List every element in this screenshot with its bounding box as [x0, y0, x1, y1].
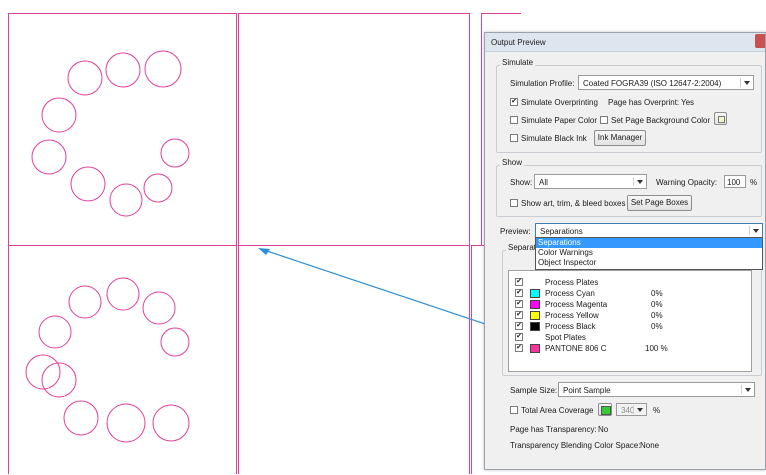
preview-label: Preview:: [500, 227, 531, 236]
simulate-paper-color-label: Simulate Paper Color: [521, 116, 598, 125]
separation-checkbox[interactable]: [515, 344, 523, 352]
separation-checkbox[interactable]: [515, 311, 523, 319]
separation-label: Process Cyan: [545, 289, 595, 298]
set-page-boxes-button[interactable]: Set Page Boxes: [627, 195, 692, 211]
separation-label: PANTONE 806 C: [545, 344, 607, 353]
separation-swatch: [530, 289, 540, 298]
separation-row: Process Yellow 0%: [509, 310, 751, 321]
separation-checkbox[interactable]: [515, 333, 523, 341]
page-bg-color-button[interactable]: [714, 112, 727, 125]
coverage-color-button[interactable]: [598, 403, 612, 416]
dialog-title-bar[interactable]: Output Preview: [485, 33, 765, 52]
coverage-swatch: [601, 406, 611, 415]
page-overprint-value: Yes: [681, 98, 695, 107]
separation-row: Process Black 0%: [509, 321, 751, 332]
simulate-black-ink-label: Simulate Black Ink: [521, 134, 587, 143]
separation-percent: 0%: [651, 289, 663, 298]
coverage-value-select[interactable]: 340: [616, 403, 647, 416]
separation-label: Process Plates: [545, 278, 599, 287]
page-transparency-label: Page has Transparency:: [510, 425, 597, 434]
sample-size-value: Point Sample: [563, 386, 611, 395]
simulation-profile-select[interactable]: Coated FOGRA39 (ISO 12647-2:2004): [578, 75, 754, 90]
coverage-percent: %: [653, 406, 661, 415]
ink-manager-button[interactable]: Ink Manager: [594, 130, 646, 146]
separation-row: PANTONE 806 C 100 %: [509, 343, 751, 354]
separation-row: Process Cyan 0%: [509, 288, 751, 299]
simulation-profile-value: Coated FOGRA39 (ISO 12647-2:2004): [583, 79, 722, 88]
separation-swatch: [530, 322, 540, 331]
chevron-down-icon: [741, 385, 752, 394]
simulation-profile-label: Simulation Profile:: [510, 79, 575, 88]
separation-checkbox[interactable]: [515, 289, 523, 297]
page-overprint-label: Page has Overprint:: [608, 98, 680, 107]
preview-option-object-inspector[interactable]: Object Inspector: [536, 258, 762, 268]
show-select[interactable]: All: [534, 174, 647, 189]
preview-option-separations[interactable]: Separations: [536, 238, 762, 248]
warning-opacity-value: 100: [727, 178, 741, 187]
preview-select[interactable]: Separations: [535, 223, 763, 238]
chevron-down-icon: [740, 78, 751, 87]
separations-list: Process PlatesProcess Cyan0%Process Mage…: [508, 270, 752, 372]
show-boxes-checkbox[interactable]: [510, 199, 518, 207]
separation-row: Process Plates: [509, 277, 751, 288]
warning-opacity-percent: %: [750, 178, 758, 187]
simulate-group-label: Simulate: [500, 58, 536, 67]
page-transparency-value: No: [598, 425, 609, 434]
separation-label: Process Black: [545, 322, 596, 331]
separation-label: Spot Plates: [545, 333, 586, 342]
separation-swatch: [530, 300, 540, 309]
separation-swatch: [530, 344, 540, 353]
chevron-down-icon: [633, 405, 644, 414]
total-area-coverage-label: Total Area Coverage: [521, 406, 594, 415]
chevron-down-icon: [749, 226, 760, 235]
separation-row: Spot Plates: [509, 332, 751, 343]
separation-percent: 0%: [651, 311, 663, 320]
separation-percent: 0%: [651, 322, 663, 331]
sample-size-label: Sample Size:: [510, 386, 558, 395]
dialog-title: Output Preview: [491, 38, 546, 47]
separation-swatch: [530, 311, 540, 320]
show-group-label: Show: [500, 158, 525, 167]
simulate-black-ink-checkbox[interactable]: [510, 134, 518, 142]
sample-size-select[interactable]: Point Sample: [558, 382, 755, 397]
simulate-overprinting-label: Simulate Overprinting: [521, 98, 598, 107]
blending-space-value: None: [640, 441, 660, 450]
color-swatch-icon: [718, 116, 725, 123]
simulate-paper-color-checkbox[interactable]: [510, 116, 518, 124]
separation-row: Process Magenta 0%: [509, 299, 751, 310]
separation-percent: 100 %: [645, 344, 668, 353]
separation-percent: 0%: [651, 300, 663, 309]
separation-checkbox[interactable]: [515, 300, 523, 308]
simulate-overprinting-checkbox[interactable]: [510, 98, 518, 106]
show-boxes-label: Show art, trim, & bleed boxes: [521, 199, 626, 208]
separation-checkbox[interactable]: [515, 278, 523, 286]
preview-dropdown-list: Separations Color Warnings Object Inspec…: [535, 237, 763, 270]
separation-label: Process Yellow: [545, 311, 599, 320]
set-page-bg-label: Set Page Background Color: [611, 116, 711, 125]
warning-opacity-label: Warning Opacity:: [656, 178, 718, 187]
show-value: All: [539, 178, 548, 187]
close-icon[interactable]: [755, 34, 765, 48]
blending-space-label: Transparency Blending Color Space:: [510, 441, 641, 450]
separation-checkbox[interactable]: [515, 322, 523, 330]
set-page-bg-checkbox[interactable]: [600, 116, 608, 124]
preview-option-color-warnings[interactable]: Color Warnings: [536, 248, 762, 258]
preview-value: Separations: [540, 227, 583, 236]
total-area-coverage-checkbox[interactable]: [510, 406, 518, 414]
separation-label: Process Magenta: [545, 300, 608, 309]
warning-opacity-input[interactable]: 100: [724, 175, 746, 188]
chevron-down-icon: [633, 177, 644, 186]
show-label: Show:: [510, 178, 533, 187]
